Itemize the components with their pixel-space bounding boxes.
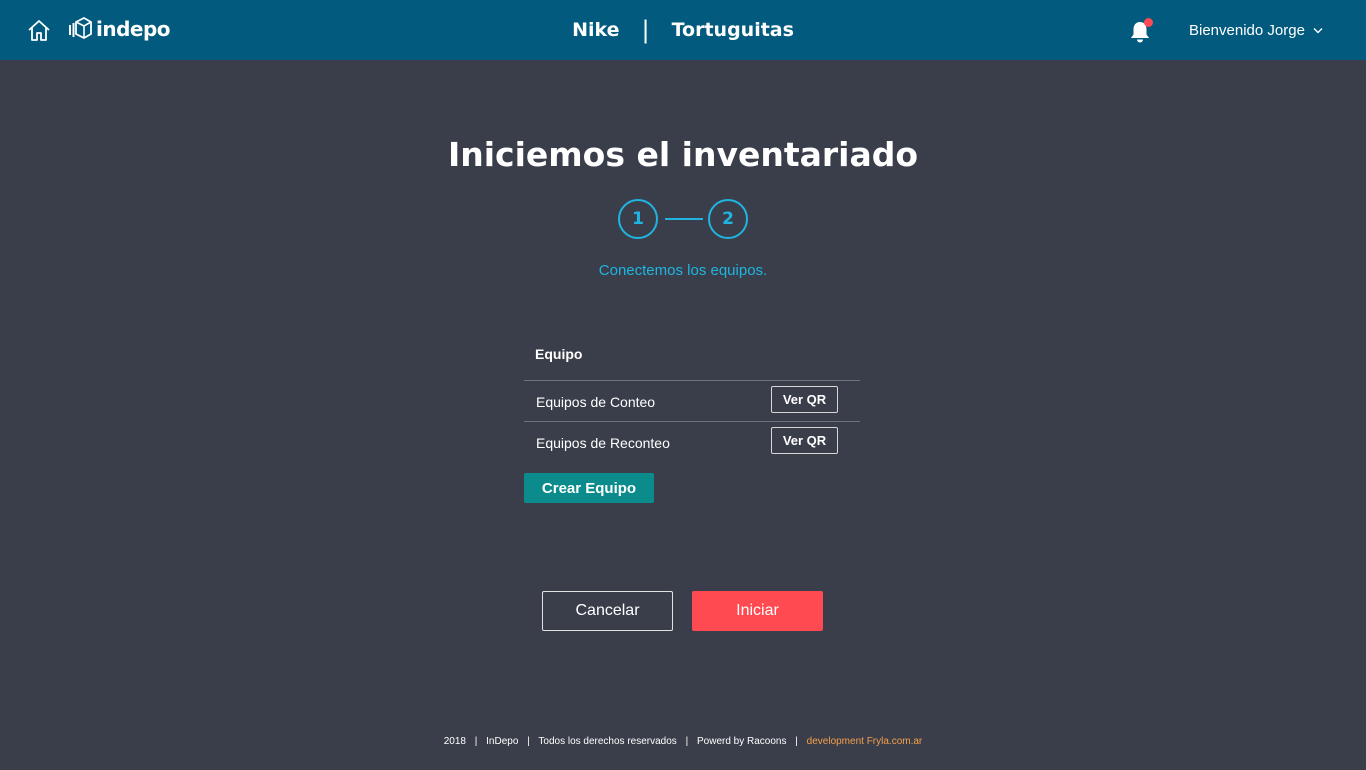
footer-rights: Todos los derechos reservados	[538, 736, 677, 747]
footer-separator: |	[685, 736, 689, 747]
notification-dot	[1144, 18, 1153, 27]
stepper: 1 2	[618, 199, 750, 239]
home-icon[interactable]	[27, 19, 51, 41]
logo-text: indepo	[96, 17, 171, 41]
view-qr-button[interactable]: Ver QR	[771, 427, 838, 454]
table-row: Equipos de Reconteo Ver QR	[524, 422, 860, 462]
table-row: Equipos de Conteo Ver QR	[524, 381, 860, 422]
page-title: Iniciemos el inventariado	[447, 135, 919, 174]
store-name[interactable]: Tortuguitas	[672, 19, 794, 41]
footer-development-link[interactable]: development Fryla.com.ar	[807, 736, 923, 747]
top-navbar: indepo Nike | Tortuguitas Bienvenido Jor…	[0, 0, 1366, 60]
footer: 2018 | InDepo | Todos los derechos reser…	[0, 736, 1366, 747]
chevron-down-icon	[1313, 28, 1323, 34]
footer-powered: Powerd by Racoons	[696, 736, 787, 747]
footer-year: 2018	[443, 736, 466, 747]
footer-separator: |	[527, 736, 530, 747]
store-breadcrumb: Nike | Tortuguitas	[0, 0, 1366, 60]
teams-table: Equipo Equipos de Conteo Ver QR Equipos …	[524, 340, 860, 462]
step-subtitle: Conectemos los equipos.	[598, 262, 768, 279]
user-menu[interactable]: Bienvenido Jorge	[1189, 22, 1323, 39]
view-qr-button[interactable]: Ver QR	[771, 386, 838, 413]
breadcrumb-separator: |	[641, 16, 650, 44]
user-greeting: Bienvenido Jorge	[1189, 22, 1305, 39]
footer-brand: InDepo	[486, 736, 519, 747]
create-team-button[interactable]: Crear Equipo	[524, 473, 654, 503]
brand-name[interactable]: Nike	[572, 19, 619, 41]
footer-separator: |	[795, 736, 798, 747]
team-name: Equipos de Conteo	[536, 394, 656, 410]
indepo-logo[interactable]: indepo	[68, 15, 171, 43]
teams-table-header: Equipo	[524, 340, 860, 381]
logo-mark-icon	[69, 16, 92, 40]
step-2: 2	[708, 199, 748, 239]
step-1: 1	[618, 199, 658, 239]
cancel-button[interactable]: Cancelar	[542, 591, 673, 631]
footer-separator: |	[474, 736, 478, 747]
start-button[interactable]: Iniciar	[692, 591, 823, 631]
step-connector	[665, 218, 703, 220]
team-name: Equipos de Reconteo	[536, 435, 670, 451]
